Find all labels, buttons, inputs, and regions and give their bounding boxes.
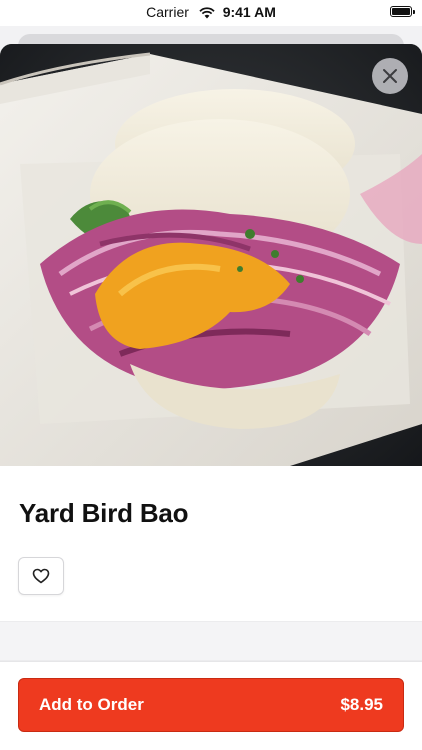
item-price: $8.95 [340, 695, 383, 714]
footer-divider [0, 661, 422, 662]
status-bar: Carrier 9:41 AM [0, 0, 422, 26]
carrier-label: Carrier [146, 4, 189, 20]
add-to-order-button[interactable]: Add to Order $8.95 [18, 678, 404, 732]
item-detail-screen: Carrier 9:41 AM Yard Bird Bao Add to Ord… [0, 0, 422, 750]
item-detail-sheet: Yard Bird Bao Add to Order $8.95 [0, 44, 422, 750]
item-name: Yard Bird Bao [19, 498, 189, 528]
add-to-order-label: Add to Order [39, 695, 144, 714]
battery-level [392, 8, 410, 15]
close-button[interactable] [372, 58, 408, 94]
wifi-icon [199, 6, 215, 22]
time-label: 9:41 AM [222, 4, 276, 20]
favorite-button[interactable] [18, 557, 64, 595]
close-icon [383, 69, 397, 83]
item-photo [0, 44, 422, 466]
status-center: Carrier 9:41 AM [0, 4, 422, 22]
heart-icon [32, 568, 50, 584]
battery-icon [390, 6, 415, 17]
section-divider [0, 621, 422, 661]
